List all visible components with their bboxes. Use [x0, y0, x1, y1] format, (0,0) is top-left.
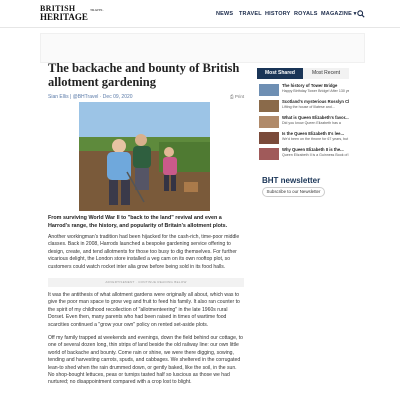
sidebar-item-title: What is Queen Elizabeth's favor... — [282, 115, 349, 120]
nav-news[interactable]: NEWS — [216, 11, 233, 17]
nav-royals[interactable]: ROYALS — [294, 11, 318, 17]
hero-image — [79, 102, 210, 211]
sidebar-item[interactable]: The history of Tower Bridge Happy Birthd… — [257, 83, 349, 99]
thumbnail — [259, 116, 279, 128]
article-paragraph-1: Another workingman's tradition had been … — [48, 234, 240, 270]
print-button[interactable]: ⎙ Print — [230, 94, 244, 99]
sidebar-item-summary: We'd been on the throne for 67 years, bu… — [282, 136, 349, 141]
nav-travel[interactable]: TRAVEL — [239, 11, 262, 17]
inline-ad-label: ADVERTISEMENT · CONTINUE READING BELOW — [48, 278, 244, 287]
nav-magazine[interactable]: MAGAZINE ▾ — [321, 11, 357, 17]
logo-line-2: HERITAGE — [40, 12, 88, 22]
sidebar-item-title: Scotland's mysterious Rosslyn Ch... — [282, 99, 349, 104]
sidebar-item[interactable]: What is Queen Elizabeth's favor... Did y… — [257, 115, 349, 131]
sidebar-tabs: Most Shared Most Recent — [257, 68, 349, 79]
sidebar-item[interactable]: Is the Queen Elizabeth II's lee... We'd … — [257, 131, 349, 147]
search-icon[interactable] — [357, 10, 365, 18]
sidebar-item-summary: Lifting the house of Illatese and... — [282, 104, 335, 109]
nav-history[interactable]: HISTORY — [265, 11, 291, 17]
top-ad-slot — [40, 33, 365, 63]
site-logo[interactable]: BRITISH HERITAGE TRAVEL — [40, 5, 104, 23]
newsletter-title: BHT newsletter — [262, 176, 321, 185]
sidebar-item-summary: Happy Birthday Tower Bridge! After 130 y… — [282, 88, 349, 93]
article-paragraph-3: Off my family trapped at weekends and ev… — [48, 335, 244, 386]
gardeners-photo — [79, 102, 210, 211]
tab-most-recent[interactable]: Most Recent — [303, 68, 349, 79]
sidebar-item-summary: Did you know Queen Elizabeth has a — [282, 120, 341, 125]
thumbnail — [259, 100, 279, 112]
thumbnail — [259, 132, 279, 144]
site-header: BRITISH HERITAGE TRAVEL NEWS TRAVEL HIST… — [0, 0, 400, 28]
article-title: The backache and bounty of British allot… — [48, 61, 240, 89]
logo-tag: TRAVEL — [90, 8, 104, 12]
subscribe-button[interactable]: Subscribe to our Newsletter — [262, 187, 325, 197]
sidebar-item-title: The history of Tower Bridge — [282, 83, 338, 88]
thumbnail — [259, 148, 279, 160]
sidebar-item-summary: Queen Elizabeth II is a Guinness Book of… — [282, 152, 349, 157]
sidebar-item[interactable]: Scotland's mysterious Rosslyn Ch... Lift… — [257, 99, 349, 115]
tab-most-shared[interactable]: Most Shared — [257, 68, 303, 79]
sidebar-item-title: Why Queen Elizabeth II is the... — [282, 147, 344, 152]
sidebar-item-title: Is the Queen Elizabeth II's lee... — [282, 131, 344, 136]
thumbnail — [259, 84, 279, 96]
sidebar-item[interactable]: Why Queen Elizabeth II is the... Queen E… — [257, 147, 349, 163]
print-label: Print — [234, 94, 245, 99]
article-byline[interactable]: Sian Ellis | @BHTravel · Dec 09, 2020 — [48, 94, 133, 100]
article-lede: From surviving World War II to "back to … — [48, 215, 228, 229]
article-paragraph-2: It was the antithesis of what allotment … — [48, 292, 240, 328]
